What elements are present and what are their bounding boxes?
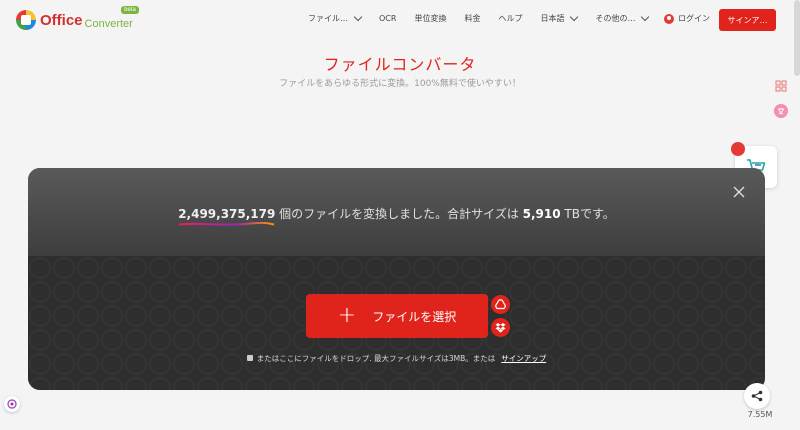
login-link[interactable]: ログイン xyxy=(664,13,710,24)
chevron-down-icon xyxy=(353,12,363,21)
files-converted-number: 2,499,375,179 xyxy=(178,207,276,221)
converter-panel: 2,499,375,179 個のファイルを変換しました。合計サイズは 5,910… xyxy=(28,168,765,390)
stats-text-end: TBです。 xyxy=(560,207,615,221)
nav-item-pricing[interactable]: 料金 xyxy=(464,13,480,24)
choose-file-button[interactable]: + ファイルを選択 xyxy=(306,294,488,338)
nav-item-language[interactable]: 日本語 xyxy=(540,12,579,24)
page-subtitle: ファイルをあらゆる形式に変換。100%無料で使いやすい！ xyxy=(279,79,521,89)
chevron-down-icon xyxy=(570,12,579,21)
layout-icon[interactable] xyxy=(774,80,788,94)
nav-item-label: 単位変換 xyxy=(414,14,447,23)
lock-icon xyxy=(246,355,253,361)
assistant-icon[interactable] xyxy=(4,396,20,412)
nav-item-label: ファイル… xyxy=(308,14,348,23)
logo[interactable]: Office Converter beta xyxy=(16,6,139,30)
close-icon[interactable] xyxy=(732,186,746,200)
nav-item-file[interactable]: ファイル… xyxy=(308,12,363,24)
nav-item-label: OCR xyxy=(379,14,397,23)
dropbox-icon[interactable] xyxy=(491,318,510,337)
logo-text: Office Converter beta xyxy=(40,6,139,30)
conversion-stats: 2,499,375,179 個のファイルを変換しました。合計サイズは 5,910… xyxy=(28,205,765,226)
signup-button[interactable]: サインア… xyxy=(719,9,776,31)
chevron-down-icon xyxy=(641,12,650,21)
logo-converter-text: Converter xyxy=(84,18,133,30)
nav-item-label: 日本語 xyxy=(540,14,565,23)
nav-item-label: ヘルプ xyxy=(498,14,523,23)
translate-icon[interactable] xyxy=(774,104,788,118)
share-icon xyxy=(751,390,763,402)
nav-item-ocr[interactable]: OCR xyxy=(379,14,396,23)
nav-item-unit-conversion[interactable]: 単位変換 xyxy=(414,13,446,24)
logo-badge: beta xyxy=(121,6,139,14)
page-title: ファイルコンバータ xyxy=(323,55,477,74)
logo-icon xyxy=(16,10,36,30)
stats-text-mid: 個のファイルを変換しました。合計サイズは xyxy=(275,207,523,221)
main-nav: ファイル… OCR 単位変換 料金 ヘルプ 日本語 その他の… xyxy=(308,12,666,24)
nav-item-label: その他の… xyxy=(595,14,636,23)
nav-item-more[interactable]: その他の… xyxy=(595,12,650,24)
google-drive-icon[interactable] xyxy=(491,295,510,314)
thumbs-up-icon xyxy=(731,142,749,160)
choose-file-label: ファイルを選択 xyxy=(372,309,457,324)
drop-instructions: またはここにファイルをドロップ. 最大ファイルサイズは3MB。または サインアップ xyxy=(28,353,765,364)
nav-item-help[interactable]: ヘルプ xyxy=(498,13,522,24)
files-converted-count: 2,499,375,179 xyxy=(178,207,276,226)
signup-link[interactable]: サインアップ xyxy=(501,354,546,363)
share-button[interactable] xyxy=(744,383,770,409)
total-size-value: 5,910 xyxy=(522,207,561,221)
logo-office-text: Office xyxy=(40,12,83,29)
share-count: 7.55M xyxy=(747,410,773,419)
underline-decoration xyxy=(179,222,275,226)
user-icon xyxy=(664,13,674,24)
plus-icon: + xyxy=(337,303,357,328)
site-header: Office Converter beta ファイル… OCR 単位変換 料金 ヘ… xyxy=(0,0,800,44)
nav-item-label: 料金 xyxy=(464,14,481,23)
login-label: ログイン xyxy=(678,14,710,23)
drop-note-text: またはここにファイルをドロップ. 最大ファイルサイズは3MB。または xyxy=(256,354,496,363)
